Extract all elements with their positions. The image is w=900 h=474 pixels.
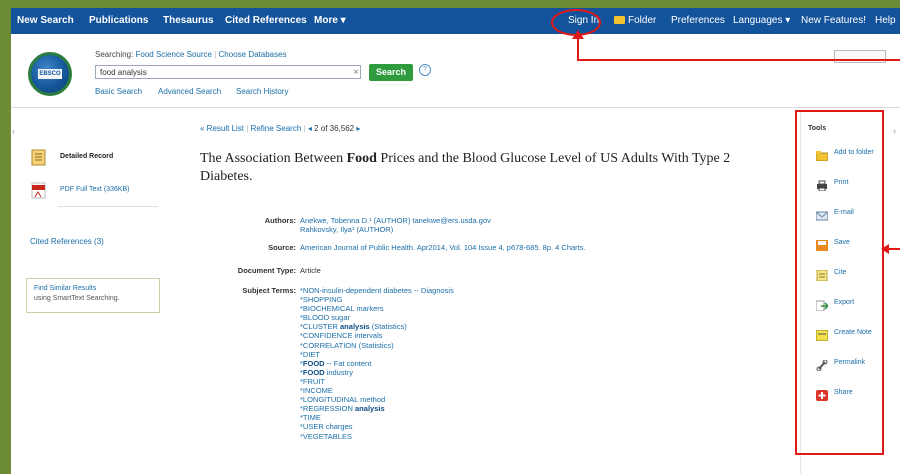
subject-term-link[interactable]: *CLUSTER analysis (Statistics): [300, 322, 454, 331]
nav-preferences[interactable]: Preferences: [671, 8, 725, 34]
author-link[interactable]: Anekwe, Tobenna D.¹ (AUTHOR) tanekwe@ers…: [300, 216, 491, 225]
detailed-record-icon: [31, 149, 46, 166]
nav-thesaurus[interactable]: Thesaurus: [163, 8, 214, 34]
detailed-record-label: Detailed Record: [60, 153, 114, 160]
refine-search-link[interactable]: Refine Search: [251, 124, 302, 133]
subject-term-link[interactable]: *INCOME: [300, 386, 454, 395]
subject-term-link[interactable]: *NON-insulin-dependent diabetes -- Diagn…: [300, 286, 454, 295]
collapse-left-arrow-icon[interactable]: ‹: [12, 126, 15, 136]
nav-languages-menu[interactable]: Languages ▾: [733, 8, 790, 34]
result-position: 2 of 36,562: [314, 124, 355, 133]
nav-new-search[interactable]: New Search: [17, 8, 74, 34]
browser-page: New Search Publications Thesaurus Cited …: [11, 8, 900, 474]
searching-label: Searching:: [95, 50, 134, 59]
previous-result-icon[interactable]: ◂: [308, 124, 312, 133]
pdf-icon: [31, 182, 46, 199]
smarttext-note: using SmartText Searching.: [34, 295, 120, 302]
subject-term-link[interactable]: *FRUIT: [300, 377, 454, 386]
tools-annotation-box: [795, 110, 884, 455]
collapse-right-arrow-icon[interactable]: ›: [893, 126, 896, 136]
searching-line: Searching: Food Science Source | Choose …: [95, 50, 287, 59]
nav-more-menu[interactable]: More ▾: [314, 8, 346, 34]
subject-term-link[interactable]: *CONFIDENCE intervals: [300, 331, 454, 340]
document-type-value: Article: [300, 266, 321, 275]
logo-text: EBSCO: [38, 69, 62, 79]
subject-term-link[interactable]: *LONGITUDINAL method: [300, 395, 454, 404]
subject-term-link[interactable]: *DIET: [300, 350, 454, 359]
subject-term-link[interactable]: *CORRELATION (Statistics): [300, 341, 454, 350]
nav-publications[interactable]: Publications: [89, 8, 148, 34]
folder-icon: [614, 16, 625, 24]
subject-term-link[interactable]: *BIOCHEMICAL markers: [300, 304, 454, 313]
subject-terms-label: Subject Terms:: [242, 286, 296, 295]
top-navigation-bar: New Search Publications Thesaurus Cited …: [11, 8, 900, 34]
subject-term-link[interactable]: *FOOD -- Fat content: [300, 359, 454, 368]
subject-term-link[interactable]: *BLOOD sugar: [300, 313, 454, 322]
nav-help[interactable]: Help: [875, 8, 896, 34]
subject-term-link[interactable]: *FOOD industry: [300, 368, 454, 377]
annotation-arrow-icon: [881, 244, 900, 254]
pdf-full-text-link[interactable]: PDF Full Text (336KB): [60, 186, 130, 193]
next-result-icon[interactable]: ▸: [356, 124, 360, 133]
choose-databases-link[interactable]: Choose Databases: [219, 50, 287, 59]
subject-term-link[interactable]: *REGRESSION analysis: [300, 404, 454, 413]
nav-cited-references[interactable]: Cited References: [225, 8, 307, 34]
cited-references-link[interactable]: Cited References (3): [30, 237, 104, 246]
clear-search-icon[interactable]: ×: [353, 65, 359, 80]
subject-term-link[interactable]: *TIME: [300, 413, 454, 422]
authors-label: Authors:: [264, 216, 296, 225]
nav-new-features[interactable]: New Features!: [801, 8, 866, 34]
search-history-link[interactable]: Search History: [236, 87, 288, 96]
find-similar-box[interactable]: Find Similar Results using SmartText Sea…: [26, 278, 160, 313]
source-label: Source:: [268, 243, 296, 252]
annotation-line: [577, 36, 579, 61]
source-link[interactable]: American Journal of Public Health. Apr20…: [300, 243, 586, 252]
annotation-arrowhead-icon: [572, 30, 584, 39]
subject-term-link[interactable]: *VEGETABLES: [300, 432, 454, 441]
subject-term-link[interactable]: *SHOPPING: [300, 295, 454, 304]
search-button[interactable]: Search: [369, 64, 413, 81]
subject-term-link[interactable]: *USER charges: [300, 422, 454, 431]
search-input[interactable]: food analysis: [95, 65, 361, 79]
divider: [58, 206, 158, 207]
result-list-link[interactable]: « Result List: [200, 124, 244, 133]
result-navigation: « Result List | Refine Search | ◂ 2 of 3…: [200, 124, 361, 133]
document-type-label: Document Type:: [237, 266, 296, 275]
basic-search-link[interactable]: Basic Search: [95, 87, 142, 96]
article-title: The Association Between Food Prices and …: [200, 151, 731, 184]
help-icon[interactable]: ?: [419, 64, 431, 76]
find-similar-link[interactable]: Find Similar Results: [34, 285, 96, 292]
nav-folder-label: Folder: [628, 15, 657, 26]
broken-image-icon: [834, 50, 886, 63]
database-link[interactable]: Food Science Source: [135, 50, 212, 59]
ebsco-logo[interactable]: EBSCO: [28, 52, 72, 96]
advanced-search-link[interactable]: Advanced Search: [158, 87, 221, 96]
subject-terms-list: *NON-insulin-dependent diabetes -- Diagn…: [300, 286, 454, 441]
annotation-line: [577, 59, 900, 61]
search-header: EBSCO Searching: Food Science Source | C…: [11, 34, 900, 108]
nav-folder[interactable]: Folder: [614, 8, 656, 34]
author-link[interactable]: Rahkovsky, Ilya¹ (AUTHOR): [300, 225, 393, 234]
